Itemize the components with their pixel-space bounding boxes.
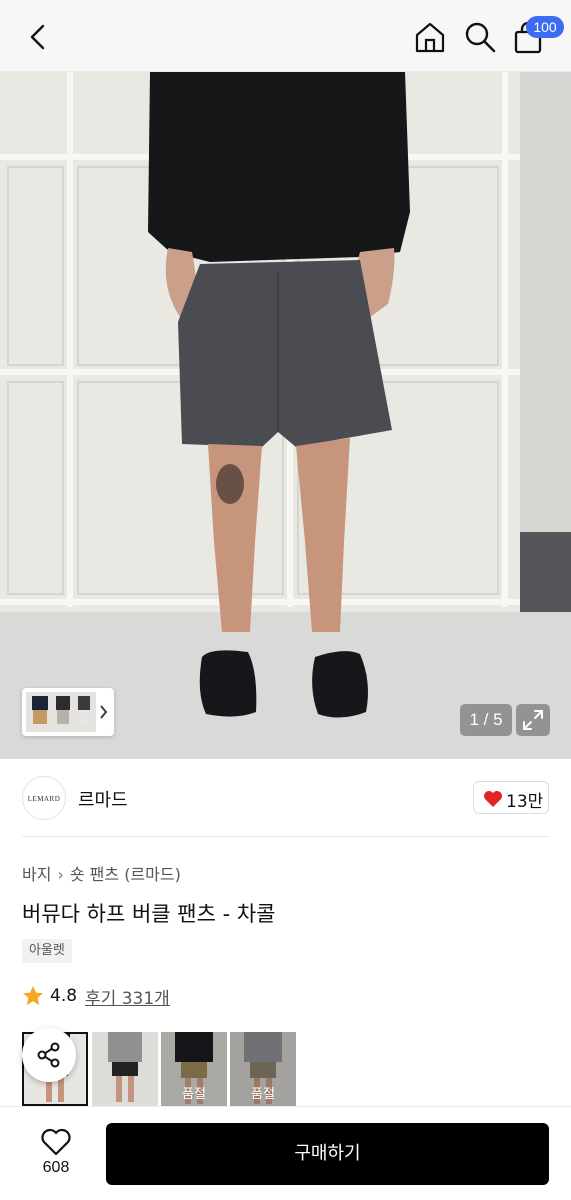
heart-icon	[484, 791, 502, 807]
expand-icon	[523, 710, 543, 730]
wishlist-button[interactable]: 608	[30, 1125, 82, 1185]
thumbnail-preview	[26, 692, 108, 732]
chevron-right-icon: ›	[57, 865, 64, 884]
color-thumbnail-image	[92, 1032, 158, 1106]
rating-score: 4.8	[50, 986, 78, 1006]
breadcrumb: 바지 › 숏 팬츠 (르마드)	[22, 861, 181, 885]
chevron-left-icon[interactable]	[24, 22, 54, 52]
brand-name[interactable]: 르마드	[78, 786, 128, 812]
buy-button[interactable]: 구매하기	[106, 1123, 549, 1185]
sold-out-label: 품절	[182, 1087, 206, 1102]
divider	[22, 836, 549, 837]
product-title: 버뮤다 하프 버클 팬츠 - 차콜	[22, 902, 276, 926]
image-thumbnail-strip[interactable]	[22, 688, 114, 736]
chevron-right-icon	[100, 705, 108, 719]
top-navigation-bar: 100	[0, 0, 571, 72]
outlet-tag: 아울렛	[22, 939, 72, 963]
color-option[interactable]: 품절	[161, 1032, 227, 1106]
sold-out-label: 품절	[251, 1087, 275, 1102]
star-icon	[23, 986, 43, 1005]
brand-like-button[interactable]: 13만	[473, 781, 549, 814]
wishlist-count: 608	[42, 1159, 70, 1176]
expand-image-button[interactable]	[516, 704, 550, 736]
color-option[interactable]	[92, 1032, 158, 1106]
cart-count-badge: 100	[526, 16, 564, 38]
review-link[interactable]: 후기 331개	[85, 984, 170, 1009]
search-icon[interactable]	[463, 20, 497, 54]
brand-logo[interactable]: LEMARD	[22, 776, 66, 820]
bottom-action-bar: 608 구매하기	[0, 1106, 571, 1200]
color-option[interactable]: 품절	[230, 1032, 296, 1106]
image-counter: 1 / 5	[460, 704, 512, 736]
heart-outline-icon	[41, 1128, 71, 1156]
like-count: 13만	[506, 792, 544, 812]
rating-row: 4.8 후기 331개	[22, 984, 170, 1009]
product-photo	[0, 72, 571, 759]
breadcrumb-subcategory[interactable]: 숏 팬츠 (르마드)	[70, 865, 181, 884]
share-icon	[37, 1042, 60, 1068]
home-icon[interactable]	[413, 20, 447, 54]
share-button[interactable]	[22, 1028, 76, 1082]
breadcrumb-category[interactable]: 바지	[22, 865, 51, 884]
product-image[interactable]	[0, 72, 571, 759]
